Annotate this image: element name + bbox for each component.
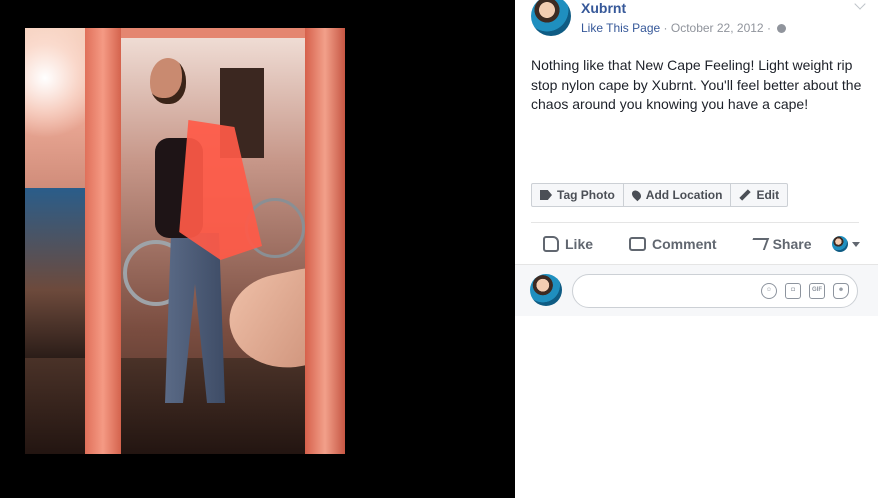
comment-composer: ☺ ◘ GIF ☻: [515, 264, 878, 316]
globe-icon[interactable]: [777, 24, 787, 33]
chevron-down-icon[interactable]: [854, 0, 866, 10]
photo-person-head: [150, 58, 186, 104]
post-as-selector[interactable]: [831, 236, 860, 252]
tag-photo-label: Tag Photo: [557, 188, 615, 202]
like-button[interactable]: Like: [543, 236, 593, 252]
meta-separator: ·: [766, 21, 775, 35]
camera-icon[interactable]: ◘: [785, 283, 801, 299]
photo-tools-bar: Tag Photo Add Location Edit: [531, 183, 789, 207]
sticker-icon[interactable]: ☻: [833, 283, 849, 299]
comment-label: Comment: [652, 236, 717, 252]
comment-input[interactable]: [585, 275, 755, 307]
post-meta: Like This Page · October 22, 2012 ·: [581, 21, 787, 35]
comment-bubble-icon: [629, 237, 647, 251]
tag-icon: [540, 190, 552, 200]
pencil-icon: [739, 189, 752, 201]
caret-down-icon: [851, 241, 860, 247]
like-page-link[interactable]: Like This Page: [581, 21, 660, 35]
comment-box[interactable]: ☺ ◘ GIF ☻: [572, 274, 858, 308]
share-button[interactable]: Share: [748, 236, 812, 252]
photo-mirror-frame-left: [85, 28, 121, 454]
post-actions: Like Comment Share: [531, 232, 860, 256]
edit-button[interactable]: Edit: [731, 184, 787, 206]
edit-label: Edit: [756, 188, 780, 202]
gif-icon[interactable]: GIF: [809, 283, 825, 299]
post-date[interactable]: October 22, 2012: [671, 21, 764, 35]
page-name-link[interactable]: Xubrnt: [581, 0, 626, 16]
thumbs-up-icon: [543, 236, 559, 252]
photo-viewer-stage: [0, 0, 515, 498]
location-pin-icon: [629, 188, 643, 202]
post-caption: Nothing like that New Cape Feeling! Ligh…: [531, 57, 862, 112]
meta-separator: ·: [663, 21, 671, 35]
post-photo[interactable]: [25, 28, 345, 454]
share-label: Share: [772, 236, 812, 252]
tag-photo-button[interactable]: Tag Photo: [532, 184, 624, 206]
viewer-avatar: [831, 236, 848, 252]
page-avatar[interactable]: [531, 0, 571, 36]
photo-mirror-frame-right: [305, 28, 345, 454]
comment-box-icons: ☺ ◘ GIF ☻: [761, 283, 849, 299]
photo-clutter: [25, 188, 85, 358]
add-location-button[interactable]: Add Location: [624, 184, 732, 206]
emoji-icon[interactable]: ☺: [761, 283, 777, 299]
post-side-panel: Xubrnt Like This Page · October 22, 2012…: [515, 0, 878, 498]
share-arrow-icon: [748, 238, 769, 250]
actions-divider: [531, 222, 859, 223]
comment-button[interactable]: Comment: [629, 236, 717, 252]
like-label: Like: [565, 236, 594, 252]
commenter-avatar: [530, 274, 562, 306]
add-location-label: Add Location: [645, 188, 723, 202]
